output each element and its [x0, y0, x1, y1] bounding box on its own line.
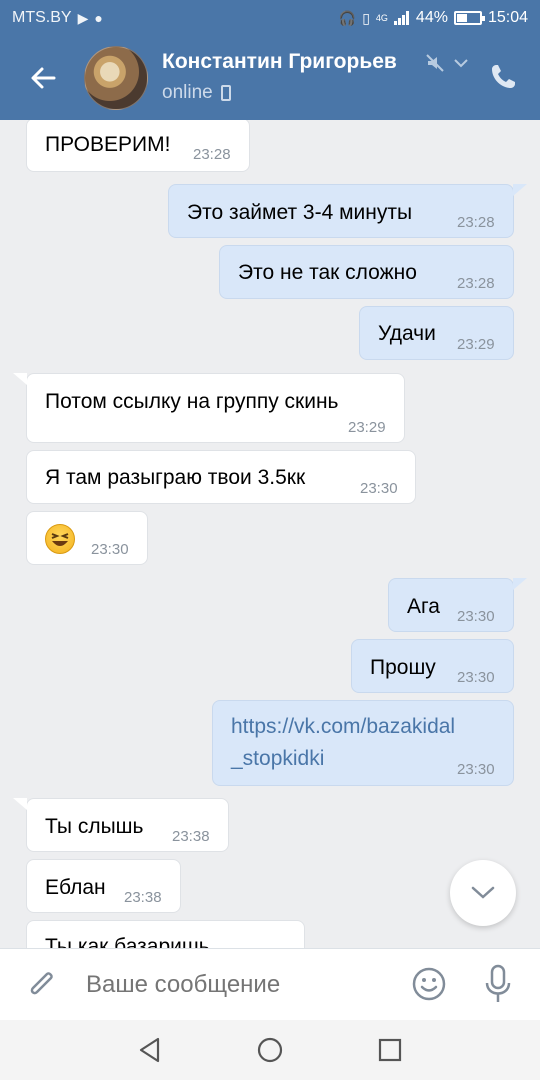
message-link[interactable]: https://vk.com/bazakidal	[231, 715, 455, 739]
message-composer	[0, 948, 540, 1020]
nav-home-icon[interactable]	[256, 1036, 284, 1064]
message-bubble-icon: ●	[94, 10, 103, 26]
signal-icon	[393, 11, 409, 25]
message-time: 23:29	[457, 336, 495, 353]
message-incoming[interactable]: ПРОВЕРИМ! 23:28	[26, 120, 250, 172]
carrier-label: MTS.BY	[12, 9, 72, 26]
message-outgoing[interactable]: https://vk.com/bazakidal _stopkidki 23:3…	[212, 700, 514, 786]
message-outgoing[interactable]: Это займет 3-4 минуты 23:28	[168, 184, 527, 238]
message-time: 23:38	[124, 889, 162, 906]
message-text: Ты как базаришь	[45, 935, 210, 948]
message-text: Еблан	[45, 876, 106, 899]
message-time: 23:30	[457, 761, 495, 778]
status-bar: MTS.BY ▶ ● 🎧 ▯ 4G 44% 15:04	[0, 0, 540, 36]
message-time: 23:38	[172, 828, 210, 845]
grinning-squinting-face-icon	[45, 524, 75, 554]
battery-icon	[453, 11, 485, 25]
system-nav-bar	[0, 1020, 540, 1080]
nav-recents-icon[interactable]	[378, 1038, 402, 1062]
status-text: online	[162, 82, 213, 103]
arrow-left-icon[interactable]	[24, 58, 64, 98]
message-outgoing[interactable]: Прошу 23:30	[351, 639, 514, 693]
message-incoming[interactable]: Ты слышь 23:38	[13, 798, 229, 852]
message-incoming[interactable]: Потом ссылку на группу скинь 23:29	[13, 373, 405, 443]
message-list[interactable]: ПРОВЕРИМ! 23:28 Это займет 3-4 минуты 23…	[0, 120, 540, 948]
battery-percent: 44%	[415, 9, 448, 26]
paperclip-icon[interactable]	[22, 965, 62, 1005]
message-outgoing[interactable]: Это не так сложно 23:28	[219, 245, 514, 299]
message-text: ПРОВЕРИМ!	[45, 133, 171, 156]
contact-name[interactable]: Константин Григорьев	[162, 50, 397, 74]
message-link[interactable]: _stopkidki	[231, 747, 324, 771]
message-input[interactable]	[86, 967, 386, 1003]
message-text: Это не так сложно	[238, 261, 417, 284]
nav-back-icon[interactable]	[136, 1036, 164, 1064]
chat-header: Константин Григорьев online	[0, 36, 540, 120]
headphones-icon: 🎧	[338, 9, 357, 26]
message-time: 23:28	[457, 275, 495, 292]
message-outgoing[interactable]: Удачи 23:29	[359, 306, 514, 360]
message-incoming[interactable]: Я там разыграю твои 3.5кк 23:30	[26, 450, 416, 504]
message-text: Это займет 3-4 минуты	[187, 201, 413, 224]
message-text: Удачи	[378, 322, 436, 345]
message-text: Я там разыграю твои 3.5кк	[45, 466, 306, 489]
message-time: 23:30	[91, 541, 129, 558]
chevron-down-icon[interactable]	[452, 54, 470, 72]
muted-bell-icon	[426, 54, 444, 72]
message-time: 23:30	[457, 608, 495, 625]
vibrate-icon: ▯	[362, 9, 370, 26]
message-text: Ты слышь	[45, 815, 144, 838]
clock: 15:04	[487, 9, 528, 26]
message-time: 23:28	[193, 146, 231, 163]
message-text: Потом ссылку на группу скинь	[45, 390, 339, 413]
play-icon: ▶	[77, 9, 89, 26]
message-time: 23:28	[457, 214, 495, 231]
message-time: 23:30	[457, 669, 495, 686]
chevron-down-icon	[471, 886, 495, 899]
message-time: 23:30	[360, 480, 398, 497]
message-incoming[interactable]: Ты как базаришь	[26, 920, 305, 948]
message-outgoing[interactable]: Ага 23:30	[388, 578, 527, 632]
microphone-icon[interactable]	[482, 963, 514, 1005]
scroll-down-button[interactable]	[450, 860, 516, 926]
smile-icon[interactable]	[410, 965, 448, 1003]
message-time: 23:29	[348, 419, 386, 436]
message-incoming[interactable]: Еблан 23:38	[26, 859, 181, 913]
phone-icon[interactable]	[488, 62, 518, 92]
network-type: 4G	[375, 13, 388, 23]
message-incoming[interactable]: 23:30	[26, 511, 148, 565]
message-text: Ага	[407, 595, 440, 618]
mobile-icon	[220, 85, 231, 101]
message-text: Прошу	[370, 656, 436, 679]
online-status: online	[162, 82, 231, 104]
avatar[interactable]	[84, 46, 148, 110]
